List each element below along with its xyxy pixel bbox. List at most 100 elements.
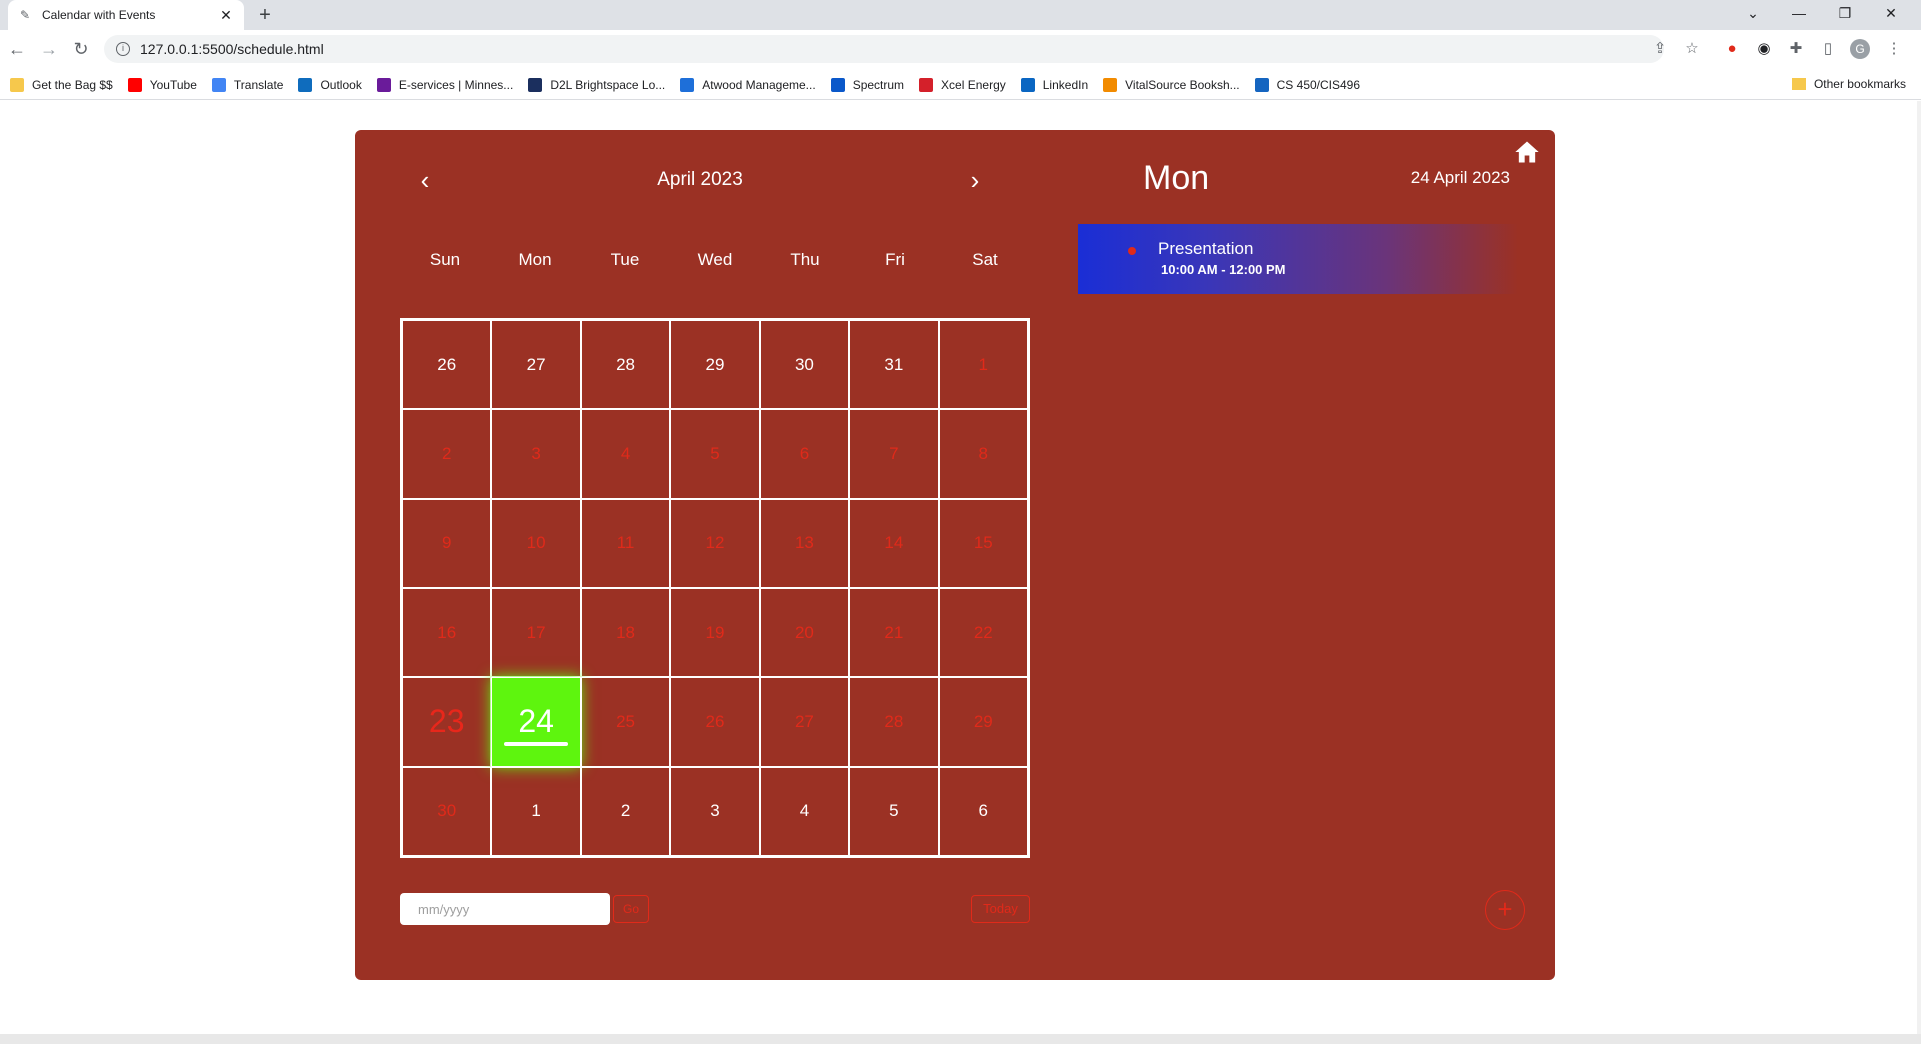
tab-search-icon[interactable]: ⌄ — [1730, 0, 1776, 30]
calendar-day-cell[interactable]: 25 — [580, 677, 671, 767]
address-bar[interactable]: i 127.0.0.1:5500/schedule.html — [104, 35, 1664, 63]
event-details: Presentation 10:00 AM - 12:00 PM — [1158, 238, 1286, 280]
calendar-day-cell[interactable]: 21 — [849, 588, 939, 678]
calendar-day-cell[interactable]: 26 — [670, 677, 760, 767]
calendar-day-cell[interactable]: 16 — [402, 588, 492, 678]
bookmark-item[interactable]: Atwood Manageme... — [680, 77, 816, 92]
calendar-day-cell[interactable]: 18 — [580, 588, 671, 678]
xcel-icon — [919, 77, 934, 92]
bookmark-item[interactable]: Spectrum — [830, 77, 905, 92]
restore-button[interactable]: ❐ — [1822, 0, 1868, 30]
folder-icon — [10, 77, 24, 92]
forward-icon[interactable]: → — [38, 38, 60, 60]
spectrum-icon — [830, 77, 845, 92]
today-button[interactable]: Today — [971, 895, 1030, 923]
profile-avatar[interactable]: G — [1850, 39, 1870, 59]
calendar-day-cell[interactable]: 28 — [580, 320, 671, 410]
bookmark-item[interactable]: YouTube — [127, 77, 197, 92]
bookmark-item[interactable]: VitalSource Booksh... — [1103, 77, 1240, 92]
go-button[interactable]: Go — [613, 895, 649, 923]
tab-title: Calendar with Events — [42, 8, 156, 22]
calendar-day-cell[interactable]: 29 — [938, 677, 1028, 767]
calendar-day-cell[interactable]: 2 — [580, 766, 671, 856]
side-panel-icon[interactable]: ▯ — [1818, 39, 1838, 59]
bookmark-item[interactable]: E-services | Minnes... — [376, 77, 513, 92]
calendar-day-cell[interactable]: 19 — [670, 588, 760, 678]
calendar-day-cell[interactable]: 9 — [402, 498, 492, 588]
next-month-icon[interactable]: › — [960, 160, 990, 200]
bookmark-label: YouTube — [149, 77, 197, 92]
calendar-day-cell[interactable]: 5 — [670, 409, 760, 499]
calendar-day-cell[interactable]: 6 — [759, 409, 850, 499]
calendar-day-cell[interactable]: 28 — [849, 677, 939, 767]
calendar-day-cell[interactable]: 14 — [849, 498, 939, 588]
calendar-day-cell[interactable]: 20 — [759, 588, 850, 678]
calendar-day-cell[interactable]: 17 — [491, 588, 581, 678]
calendar-day-cell[interactable]: 2 — [402, 409, 492, 499]
calendar-day-cell-today[interactable]: 24 — [491, 677, 581, 767]
bookmark-label: Atwood Manageme... — [702, 77, 816, 92]
extension-w-icon[interactable]: ◉ — [1754, 39, 1774, 59]
other-bookmarks[interactable]: Other bookmarks — [1791, 77, 1906, 91]
calendar-day-cell[interactable]: 4 — [580, 409, 671, 499]
bookmark-item[interactable]: Outlook — [298, 77, 362, 92]
back-icon[interactable]: ← — [6, 38, 28, 60]
window-close-button[interactable]: ✕ — [1868, 0, 1914, 30]
calendar-day-cell[interactable]: 12 — [670, 498, 760, 588]
d2l-icon — [528, 77, 543, 92]
calendar-day-cell[interactable]: 1 — [491, 766, 581, 856]
calendar-day-cell[interactable]: 30 — [402, 766, 492, 856]
calendar-day-cell[interactable]: 31 — [849, 320, 939, 410]
calendar-day-cell[interactable]: 8 — [938, 409, 1028, 499]
calendar-day-cell[interactable]: 11 — [580, 498, 671, 588]
bookmark-label: D2L Brightspace Lo... — [550, 77, 666, 92]
home-icon[interactable] — [1513, 138, 1541, 166]
calendar-day-cell[interactable]: 22 — [938, 588, 1028, 678]
reload-icon[interactable]: ↻ — [70, 38, 92, 60]
bookmark-item[interactable]: LinkedIn — [1020, 77, 1088, 92]
bookmark-item[interactable]: D2L Brightspace Lo... — [528, 77, 666, 92]
minimize-button[interactable]: — — [1776, 0, 1822, 30]
goto-date-input[interactable] — [400, 893, 610, 925]
calendar-day-cell[interactable]: 3 — [491, 409, 581, 499]
calendar-day-cell[interactable]: 1 — [938, 320, 1028, 410]
event-card[interactable]: Presentation 10:00 AM - 12:00 PM — [1078, 224, 1518, 294]
calendar-day-cell[interactable]: 29 — [670, 320, 760, 410]
calendar-day-cell[interactable]: 30 — [759, 320, 850, 410]
weekday-sun: Sun — [429, 250, 461, 269]
bookmark-star-icon[interactable]: ☆ — [1682, 39, 1702, 59]
tab-close-icon[interactable]: ✕ — [218, 7, 234, 23]
new-tab-button[interactable]: + — [254, 4, 276, 26]
calendar-day-cell[interactable]: 27 — [491, 320, 581, 410]
calendar-day-cell[interactable]: 26 — [402, 320, 492, 410]
calendar-day-cell[interactable]: 13 — [759, 498, 850, 588]
bookmark-item[interactable]: Xcel Energy — [919, 77, 1006, 92]
calendar-day-cell[interactable]: 23 — [402, 677, 492, 767]
calendar-day-cell[interactable]: 27 — [759, 677, 850, 767]
browser-menu-icon[interactable]: ⋮ — [1884, 39, 1904, 59]
page-scrollbar[interactable] — [1917, 101, 1921, 1034]
bookmark-label: Spectrum — [852, 77, 905, 92]
calendar-day-cell[interactable]: 15 — [938, 498, 1028, 588]
bookmark-item[interactable]: CS 450/CIS496 — [1254, 77, 1360, 92]
bookmarks-bar: Get the Bag $$ YouTube Translate Outlook E-s… — [0, 70, 1921, 100]
calendar-day-cell[interactable]: 10 — [491, 498, 581, 588]
browser-toolbar: ← → ↻ i 127.0.0.1:5500/schedule.html ⇪ ☆… — [0, 30, 1921, 70]
horizontal-scrollbar[interactable] — [0, 1034, 1921, 1044]
bookmark-item[interactable]: Get the Bag $$ — [10, 77, 113, 92]
add-event-button[interactable]: + — [1485, 890, 1525, 930]
opera-extension-icon[interactable]: ● — [1722, 39, 1742, 59]
calendar-day-cell[interactable]: 4 — [759, 766, 850, 856]
extensions-puzzle-icon[interactable]: ✚ — [1786, 39, 1806, 59]
translate-icon — [211, 77, 226, 92]
calendar-day-cell[interactable]: 3 — [670, 766, 760, 856]
bookmark-label: Xcel Energy — [941, 77, 1006, 92]
calendar-day-cell[interactable]: 5 — [849, 766, 939, 856]
calendar-day-cell[interactable]: 6 — [938, 766, 1028, 856]
eservices-icon — [376, 77, 391, 92]
share-icon[interactable]: ⇪ — [1650, 39, 1670, 59]
bookmark-item[interactable]: Translate — [211, 77, 283, 92]
site-info-icon[interactable]: i — [116, 42, 130, 56]
calendar-day-cell[interactable]: 7 — [849, 409, 939, 499]
browser-tab[interactable]: ✎ Calendar with Events ✕ — [8, 0, 244, 30]
